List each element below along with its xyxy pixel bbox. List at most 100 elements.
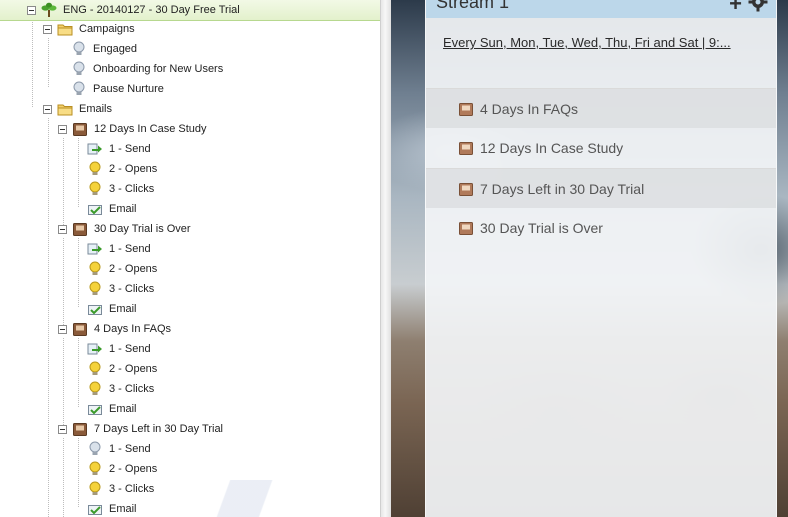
collapse-toggle[interactable] <box>58 424 67 434</box>
lightbulb-icon <box>87 261 103 277</box>
tree-step-label: 2 - Opens <box>109 463 158 475</box>
email-asset-icon <box>87 501 103 517</box>
tree-email-program-label: 4 Days In FAQs <box>94 323 172 335</box>
tree-step-label: 2 - Opens <box>109 363 158 375</box>
tree-step-label: 3 - Clicks <box>109 283 155 295</box>
stream-content-item[interactable]: 30 Day Trial is Over <box>426 208 776 248</box>
email-program-icon <box>458 220 474 236</box>
tree-step-send[interactable]: 1 - Send <box>87 239 151 259</box>
tree-campaign-engaged[interactable]: Engaged <box>71 39 137 59</box>
email-asset-icon <box>87 401 103 417</box>
send-arrow-icon <box>87 141 103 157</box>
email-program-icon <box>72 221 88 237</box>
tree-step-clicks[interactable]: 3 - Clicks <box>87 279 154 299</box>
collapse-toggle[interactable] <box>58 324 67 334</box>
smart-campaign-bulb-icon <box>71 81 87 97</box>
tree-step-label: 1 - Send <box>109 143 151 155</box>
tree-campaign-label: Engaged <box>93 43 138 55</box>
collapse-toggle[interactable] <box>58 124 67 134</box>
tree-email-program-label: 30 Day Trial is Over <box>94 223 191 235</box>
tree-step-label: Email <box>109 503 137 515</box>
lightbulb-icon <box>87 461 103 477</box>
lightbulb-icon <box>87 181 103 197</box>
smart-campaign-bulb-icon <box>71 61 87 77</box>
tree-step-label: 2 - Opens <box>109 163 158 175</box>
email-program-icon <box>458 101 474 117</box>
tree-email-program-label: 7 Days Left in 30 Day Trial <box>94 423 224 435</box>
folder-icon <box>57 21 73 37</box>
lightbulb-icon <box>87 441 103 457</box>
folder-icon <box>57 101 73 117</box>
tree-email-program[interactable]: 12 Days In Case Study <box>58 119 207 139</box>
tree-step-send[interactable]: 1 - Send <box>87 339 151 359</box>
stream-panel: Stream 1 + Every Sun, Mon, Tue, Wed, Thu… <box>425 0 777 517</box>
tree-step-email[interactable]: Email <box>87 399 137 419</box>
stream-item-label: 4 Days In FAQs <box>480 100 579 117</box>
tree-step-opens[interactable]: 2 - Opens <box>87 159 157 179</box>
stream-content-item[interactable]: 7 Days Left in 30 Day Trial <box>426 168 776 208</box>
lightbulb-icon <box>87 361 103 377</box>
tree-step-label: 3 - Clicks <box>109 383 155 395</box>
tree-email-program[interactable]: 7 Days Left in 30 Day Trial <box>58 419 223 439</box>
stream-content-list: 4 Days In FAQs 12 Days In Case Study 7 D… <box>426 88 776 248</box>
email-program-icon <box>72 421 88 437</box>
email-asset-icon <box>87 201 103 217</box>
lightbulb-icon <box>87 161 103 177</box>
collapse-toggle[interactable] <box>43 104 52 114</box>
tree-step-send[interactable]: 1 - Send <box>87 139 151 159</box>
tree-root-label: ENG - 20140127 - 30 Day Free Trial <box>63 4 240 16</box>
tree-email-program[interactable]: 30 Day Trial is Over <box>58 219 191 239</box>
program-icon <box>41 2 57 18</box>
tree-step-label: 2 - Opens <box>109 263 158 275</box>
tree-campaign-onboarding[interactable]: Onboarding for New Users <box>71 59 223 79</box>
lightbulb-icon <box>87 481 103 497</box>
gear-icon[interactable] <box>748 0 768 12</box>
stream-content-item[interactable]: 4 Days In FAQs <box>426 88 776 128</box>
tree-step-clicks[interactable]: 3 - Clicks <box>87 179 154 199</box>
email-program-icon <box>458 181 474 197</box>
collapse-toggle[interactable] <box>58 224 67 234</box>
tree-folder-campaigns[interactable]: Campaigns <box>43 19 135 39</box>
tree-step-label: 1 - Send <box>109 443 151 455</box>
tree-step-email[interactable]: Email <box>87 499 137 517</box>
stream-header: Stream 1 + <box>426 0 776 18</box>
stream-schedule-link[interactable]: Every Sun, Mon, Tue, Wed, Thu, Fri and S… <box>443 35 763 50</box>
add-icon[interactable]: + <box>729 0 742 17</box>
tree-email-program[interactable]: 4 Days In FAQs <box>58 319 171 339</box>
email-program-icon <box>72 121 88 137</box>
tree-step-label: 1 - Send <box>109 243 151 255</box>
stream-item-label: 30 Day Trial is Over <box>480 220 603 236</box>
collapse-toggle[interactable] <box>43 24 52 34</box>
stream-item-label: 12 Days In Case Study <box>480 140 624 156</box>
tree-campaign-pause-nurture[interactable]: Pause Nurture <box>71 79 164 99</box>
tree-step-clicks[interactable]: 3 - Clicks <box>87 379 154 399</box>
tree-email-program-label: 12 Days In Case Study <box>94 123 207 135</box>
tree-folder-label: Campaigns <box>79 23 135 35</box>
tree-step-label: Email <box>109 303 137 315</box>
email-asset-icon <box>87 301 103 317</box>
stream-title: Stream 1 <box>436 0 510 12</box>
smart-campaign-bulb-icon <box>71 41 87 57</box>
tree-step-email[interactable]: Email <box>87 199 137 219</box>
tree-step-opens[interactable]: 2 - Opens <box>87 459 157 479</box>
send-arrow-icon <box>87 341 103 357</box>
tree-campaign-label: Onboarding for New Users <box>93 63 224 75</box>
collapse-toggle[interactable] <box>27 5 36 15</box>
tree-step-send[interactable]: 1 - Send <box>87 439 151 459</box>
tree-step-clicks[interactable]: 3 - Clicks <box>87 479 154 499</box>
tree-step-label: 3 - Clicks <box>109 483 155 495</box>
tree-step-label: Email <box>109 203 137 215</box>
tree-step-label: 3 - Clicks <box>109 183 155 195</box>
send-arrow-icon <box>87 241 103 257</box>
tree-folder-emails[interactable]: Emails <box>43 99 112 119</box>
tree-campaign-label: Pause Nurture <box>93 83 164 95</box>
email-program-icon <box>72 321 88 337</box>
lightbulb-icon <box>87 281 103 297</box>
tree-root-program[interactable]: ENG - 20140127 - 30 Day Free Trial <box>0 0 380 21</box>
tree-step-email[interactable]: Email <box>87 299 137 319</box>
stream-content-item[interactable]: 12 Days In Case Study <box>426 128 776 168</box>
program-tree-panel: ENG - 20140127 - 30 Day Free Trial Campa… <box>0 0 380 517</box>
tree-step-opens[interactable]: 2 - Opens <box>87 259 157 279</box>
tree-step-label: Email <box>109 403 137 415</box>
tree-step-opens[interactable]: 2 - Opens <box>87 359 157 379</box>
